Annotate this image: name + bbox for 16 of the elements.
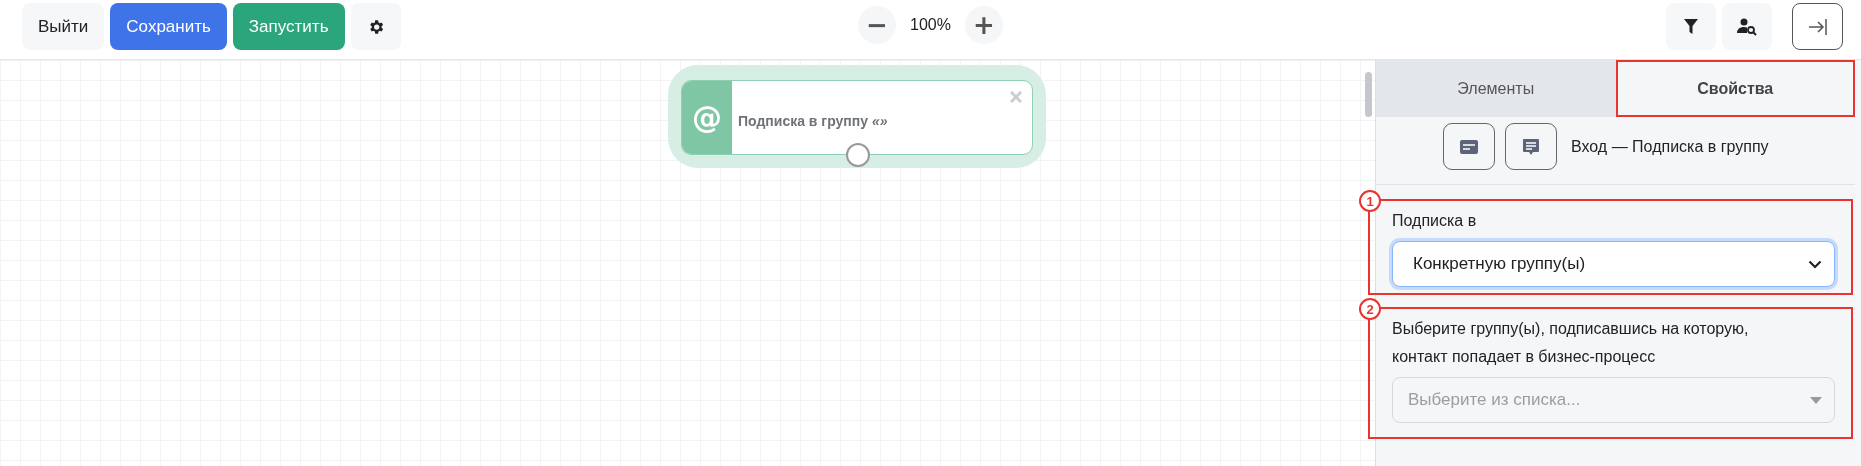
panel-tab[interactable]: Свойства bbox=[1615, 60, 1855, 117]
zoom-in-button[interactable]: + bbox=[964, 6, 1003, 44]
at-icon: @ bbox=[692, 100, 722, 135]
step-marker: 2 bbox=[1359, 298, 1381, 320]
node-card[interactable]: @ Подписка в группу «» bbox=[681, 80, 1033, 155]
select-field[interactable]: Конкретную группу(ы) bbox=[1392, 241, 1835, 287]
zoom-out-button[interactable]: − bbox=[858, 6, 896, 44]
save-button[interactable]: Сохранить bbox=[110, 3, 227, 50]
field-label: Выберите группу(ы), подписавшись на которую, контакт попадает в бизнес-процесс bbox=[1392, 319, 1750, 367]
field-label: Подписка в bbox=[1392, 211, 1478, 231]
exit-button[interactable]: Выйти bbox=[22, 3, 105, 50]
step-marker: 1 bbox=[1359, 190, 1381, 212]
element-title: Вход — Подписка в группу bbox=[1571, 137, 1769, 156]
node-title: Подписка в группу «» bbox=[738, 112, 888, 129]
panel-tab[interactable]: Элементы bbox=[1376, 60, 1616, 117]
zoom-level: 100% bbox=[910, 16, 951, 34]
